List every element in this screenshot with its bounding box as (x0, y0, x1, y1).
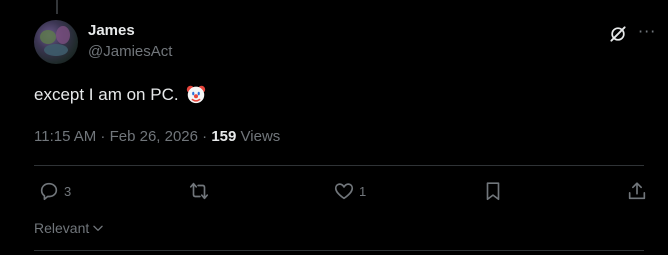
bookmark-button[interactable] (482, 180, 504, 202)
sort-label: Relevant (34, 220, 90, 236)
repost-icon (189, 182, 209, 200)
divider-top (34, 165, 644, 166)
thread-connector-line (56, 0, 58, 14)
grok-icon[interactable] (608, 24, 628, 44)
share-button[interactable] (626, 180, 648, 202)
more-icon[interactable]: ··· (638, 22, 656, 41)
bookmark-icon (486, 182, 500, 201)
action-bar: 3 1 (34, 180, 654, 204)
avatar[interactable] (34, 20, 78, 64)
divider-bottom (34, 250, 644, 251)
author-handle[interactable]: @JamiesAct (88, 43, 172, 60)
heart-icon (334, 183, 354, 200)
clown-face-emoji (187, 85, 206, 104)
post-text: except I am on PC. (34, 83, 207, 105)
share-icon (628, 182, 646, 200)
post-meta: 11:15 AM · Feb 26, 2026 · 159 Views (34, 128, 280, 145)
sort-replies-dropdown[interactable]: Relevant (34, 220, 105, 236)
reply-button[interactable]: 3 (38, 180, 71, 202)
post-timestamp[interactable]: 11:15 AM · Feb 26, 2026 · (34, 128, 207, 145)
post-body: except I am on PC. (34, 85, 179, 104)
views-count: 159 (211, 128, 237, 145)
reply-icon (40, 182, 58, 201)
reply-count: 3 (64, 183, 72, 199)
author-name[interactable]: James (88, 22, 135, 39)
like-count: 1 (359, 183, 367, 199)
like-button[interactable]: 1 (333, 180, 366, 202)
views-label: Views (240, 128, 281, 145)
repost-button[interactable] (188, 180, 214, 202)
chevron-down-icon (93, 225, 103, 231)
